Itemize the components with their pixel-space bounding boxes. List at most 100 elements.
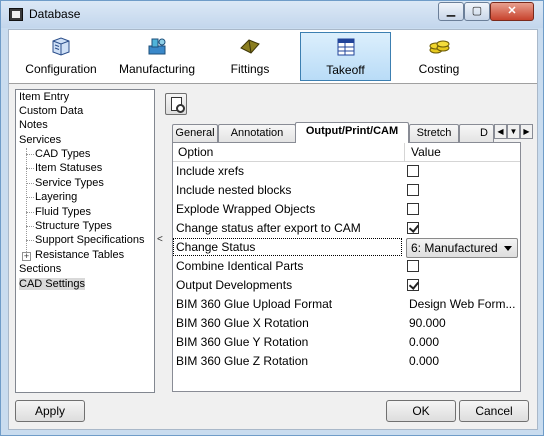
ok-button[interactable]: OK — [386, 400, 456, 422]
tab-scroll-left-icon[interactable]: ◀ — [494, 124, 507, 139]
tab-menu-icon[interactable]: ▼ — [507, 124, 520, 139]
window-title: Database — [29, 7, 81, 21]
option-label: Output Developments — [176, 278, 293, 292]
category-toolbar: Configuration Manufacturing Fittings Tak… — [9, 30, 537, 84]
cancel-button[interactable]: Cancel — [459, 400, 529, 422]
toolbar-label: Takeoff — [326, 63, 365, 77]
maximize-button[interactable]: ▢ — [464, 2, 490, 21]
option-label: Include nested blocks — [176, 183, 292, 197]
option-label: BIM 360 Glue Z Rotation — [176, 354, 309, 368]
option-row-change-status-after-export: Change status after export to CAM — [173, 219, 520, 238]
takeoff-icon — [337, 38, 354, 56]
explode-wrapped-objects-checkbox[interactable] — [407, 203, 419, 215]
option-row-combine-identical-parts: Combine Identical Parts — [173, 257, 520, 276]
tab-stretch[interactable]: Stretch — [409, 124, 459, 142]
tree-guide-line — [26, 240, 34, 241]
tree-guide-line — [26, 148, 27, 252]
glue-upload-format-value[interactable]: Design Web Form... — [409, 297, 515, 311]
settings-tree: Item Entry Custom Data Notes Services CA… — [15, 89, 155, 393]
include-nested-blocks-checkbox[interactable] — [407, 184, 419, 196]
change-status-select[interactable]: 6: Manufactured — [406, 238, 518, 258]
database-window: Database ▁ ▢ ✕ Configuration Manufacturi… — [0, 0, 544, 436]
tab-output-print-cam[interactable]: Output/Print/CAM — [295, 122, 409, 143]
toolbar-label: Manufacturing — [118, 62, 196, 76]
option-row-glue-x-rotation: BIM 360 Glue X Rotation 90.000 — [173, 314, 520, 333]
option-label: Combine Identical Parts — [176, 259, 304, 273]
machine-icon — [148, 38, 166, 55]
tree-guide-line — [26, 183, 34, 184]
option-row-output-developments: Output Developments — [173, 276, 520, 295]
option-row-glue-y-rotation: BIM 360 Glue Y Rotation 0.000 — [173, 333, 520, 352]
tree-item-item-entry[interactable]: Item Entry — [19, 91, 69, 103]
expand-icon[interactable]: + — [22, 252, 31, 261]
tree-item-resistance-tables[interactable]: Resistance Tables — [35, 249, 124, 261]
include-xrefs-checkbox[interactable] — [407, 165, 419, 177]
glue-z-rotation-value[interactable]: 0.000 — [409, 354, 439, 368]
option-label: Include xrefs — [176, 164, 245, 178]
tree-guide-line — [26, 226, 34, 227]
toolbar-item-fittings[interactable]: Fittings — [209, 32, 291, 81]
tree-item-services[interactable]: Services — [19, 134, 61, 146]
tree-item-custom-data[interactable]: Custom Data — [19, 105, 83, 117]
panel-splitter[interactable]: < — [156, 89, 163, 393]
tree-guide-line — [26, 212, 34, 213]
output-developments-checkbox[interactable] — [407, 279, 419, 291]
apply-button[interactable]: Apply — [15, 400, 85, 422]
glue-x-rotation-value[interactable]: 90.000 — [409, 316, 446, 330]
tree-item-fluid-types[interactable]: Fluid Types — [35, 206, 91, 218]
option-label: BIM 360 Glue Upload Format — [176, 297, 333, 311]
tree-item-support-specifications[interactable]: Support Specifications — [35, 234, 144, 246]
column-header-option: Option — [178, 145, 214, 159]
app-icon — [9, 8, 23, 21]
settings-tabs: General Annotation Output/Print/CAM Stre… — [163, 122, 533, 143]
tree-item-structure-types[interactable]: Structure Types — [35, 220, 112, 232]
toolbar-item-costing[interactable]: Costing — [393, 32, 485, 81]
option-row-include-xrefs: Include xrefs — [173, 162, 520, 181]
toolbar-item-configuration[interactable]: Configuration — [15, 32, 107, 81]
combine-identical-parts-checkbox[interactable] — [407, 260, 419, 272]
toolbar-label: Fittings — [230, 62, 270, 76]
option-row-include-nested-blocks: Include nested blocks — [173, 181, 520, 200]
toolbar-item-takeoff[interactable]: Takeoff — [300, 32, 391, 81]
option-row-change-status: Change Status 6: Manufactured — [173, 238, 520, 258]
option-row-glue-z-rotation: BIM 360 Glue Z Rotation 0.000 — [173, 352, 520, 371]
collapse-arrow-icon[interactable]: < — [157, 234, 163, 245]
toolbar-item-manufacturing[interactable]: Manufacturing — [111, 32, 203, 81]
options-grid: Option Value Include xrefs Include neste… — [172, 142, 521, 392]
tree-item-item-statuses[interactable]: Item Statuses — [35, 162, 102, 174]
column-divider[interactable] — [404, 143, 405, 162]
tree-item-notes[interactable]: Notes — [19, 119, 48, 131]
tree-item-service-types[interactable]: Service Types — [35, 177, 104, 189]
tab-scroll-right-icon[interactable]: ▶ — [520, 124, 533, 139]
option-row-explode-wrapped-objects: Explode Wrapped Objects — [173, 200, 520, 219]
grid-header: Option Value — [173, 143, 520, 162]
glue-y-rotation-value[interactable]: 0.000 — [409, 335, 439, 349]
option-label: BIM 360 Glue Y Rotation — [176, 335, 309, 349]
change-status-after-export-checkbox[interactable] — [407, 222, 419, 234]
database-icon — [52, 37, 70, 56]
tab-general[interactable]: General — [172, 124, 218, 142]
option-label: Change Status — [173, 238, 402, 256]
option-label: Change status after export to CAM — [176, 221, 361, 235]
column-header-value: Value — [411, 145, 441, 159]
option-label: Explode Wrapped Objects — [176, 202, 316, 216]
title-bar: Database ▁ ▢ ✕ — [1, 1, 543, 28]
toolbar-label: Costing — [418, 62, 460, 76]
option-row-glue-upload-format: BIM 360 Glue Upload Format Design Web Fo… — [173, 295, 520, 314]
tree-item-layering[interactable]: Layering — [35, 191, 77, 203]
coins-icon — [429, 40, 450, 54]
tree-item-cad-settings[interactable]: CAD Settings — [19, 278, 86, 290]
close-button[interactable]: ✕ — [490, 2, 534, 21]
chevron-down-icon — [504, 246, 512, 251]
tree-guide-line — [26, 154, 34, 155]
select-value: 6: Manufactured — [411, 241, 498, 255]
tab-d[interactable]: D — [459, 124, 494, 142]
tree-item-sections[interactable]: Sections — [19, 263, 61, 275]
tree-guide-line — [26, 168, 34, 169]
fittings-icon — [240, 39, 260, 54]
print-preview-button[interactable] — [165, 93, 187, 115]
minimize-button[interactable]: ▁ — [438, 2, 464, 21]
option-label: BIM 360 Glue X Rotation — [176, 316, 309, 330]
tree-item-cad-types[interactable]: CAD Types — [35, 148, 90, 160]
tab-annotation[interactable]: Annotation — [218, 124, 296, 142]
